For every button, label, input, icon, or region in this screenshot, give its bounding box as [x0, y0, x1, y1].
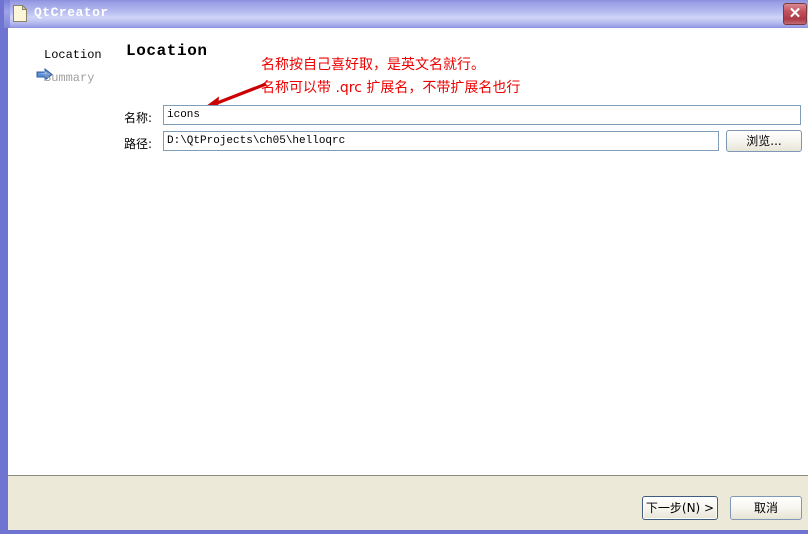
- name-label: 名称:: [124, 111, 153, 125]
- page-title: Location: [126, 42, 208, 60]
- path-label: 路径:: [124, 137, 153, 151]
- name-input[interactable]: [163, 105, 801, 125]
- wizard-sidebar: Location Summary: [8, 28, 118, 475]
- window-title: QtCreator: [34, 5, 109, 20]
- cancel-button[interactable]: 取消: [730, 496, 802, 520]
- dialog-window: QtCreator ✕ Location Summary Location 名称…: [0, 0, 808, 534]
- annotation-line-2: 名称可以带 .qrc 扩展名，不带扩展名也行: [261, 80, 521, 96]
- dialog-footer: 下一步(N) > 取消: [8, 476, 808, 530]
- title-bar-edge: [4, 0, 10, 28]
- close-button[interactable]: ✕: [783, 3, 807, 25]
- sidebar-item-summary: Summary: [44, 71, 94, 89]
- next-button[interactable]: 下一步(N) >: [642, 496, 718, 520]
- path-input[interactable]: [163, 131, 719, 151]
- annotation-line-1: 名称按自己喜好取，是英文名就行。: [261, 57, 485, 73]
- document-icon: [13, 5, 27, 22]
- sidebar-item-label: Summary: [44, 71, 95, 85]
- title-bar[interactable]: QtCreator ✕: [4, 0, 808, 28]
- close-icon-glyph: ✕: [788, 5, 802, 22]
- browse-button[interactable]: 浏览...: [726, 130, 802, 152]
- dialog-content: Location Summary Location 名称按自己喜好取，是英文名就…: [8, 28, 808, 475]
- sidebar-item-label: Location: [44, 48, 102, 62]
